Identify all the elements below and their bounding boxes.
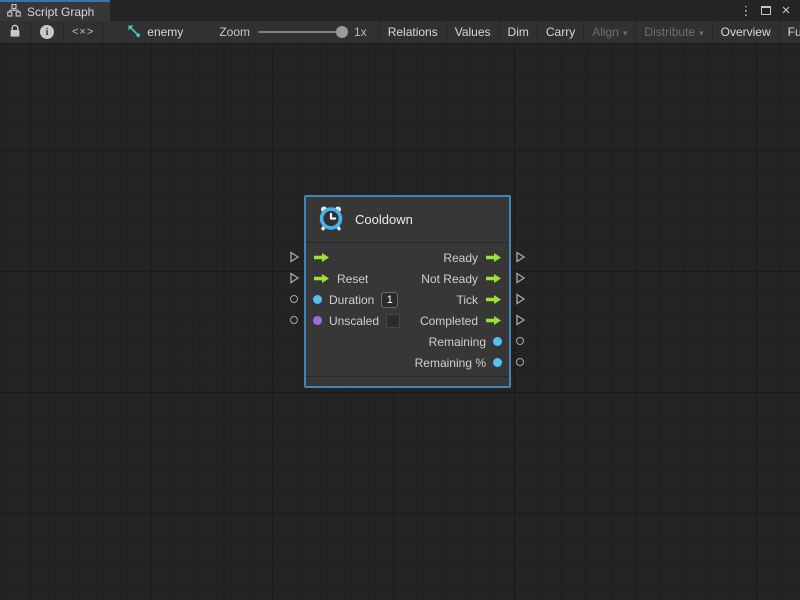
port-label: Remaining %: [415, 356, 486, 370]
zoom-label: Zoom: [219, 25, 250, 39]
output-port-tick[interactable]: Tick: [456, 293, 502, 307]
inspector-toggle-button[interactable]: i: [31, 21, 64, 43]
close-icon: ×: [782, 3, 791, 18]
node-body: Ready Reset Not Ready Duration: [306, 243, 509, 373]
port-row: Ready: [306, 247, 509, 268]
flow-port-triangle-icon: [515, 314, 526, 326]
port-label: Ready: [443, 251, 478, 265]
value-port-dot-icon: [493, 358, 502, 367]
node-header[interactable]: Cooldown: [306, 197, 509, 243]
tab-script-graph[interactable]: Script Graph: [0, 0, 110, 21]
output-port-completed[interactable]: Completed: [420, 314, 502, 328]
value-port-dot-icon: [313, 316, 322, 325]
node-footer: [306, 376, 509, 386]
port-label: Reset: [337, 272, 368, 286]
external-flow-port-in-1[interactable]: [289, 251, 300, 266]
port-row: Reset Not Ready: [306, 268, 509, 289]
align-label: Align: [592, 25, 619, 39]
toolbar-button-full-screen[interactable]: Full Screen: [780, 21, 800, 43]
window-controls: ⋮ ×: [738, 0, 800, 21]
output-port-not-ready[interactable]: Not Ready: [421, 272, 502, 286]
graph-breadcrumb-icon: [127, 24, 141, 41]
window-menu-button[interactable]: ⋮: [738, 3, 754, 19]
graph-canvas[interactable]: Cooldown Ready Reset Not Rea: [0, 44, 800, 600]
external-flow-port-out-ready[interactable]: [515, 251, 526, 266]
chevron-down-icon: ▾: [623, 28, 628, 39]
toolbar-button-align[interactable]: Align ▾: [584, 21, 636, 43]
toolbar-button-relations[interactable]: Relations: [380, 21, 447, 43]
cooldown-node[interactable]: Cooldown Ready Reset Not Rea: [304, 195, 511, 388]
breadcrumb[interactable]: enemy: [103, 21, 195, 43]
flow-arrow-icon: [485, 294, 502, 305]
kebab-menu-icon: ⋮: [740, 4, 753, 17]
variables-toggle-button[interactable]: <×>: [64, 21, 103, 43]
port-label: Remaining: [429, 335, 486, 349]
zoom-slider[interactable]: [258, 31, 346, 33]
toolbar-button-distribute[interactable]: Distribute ▾: [636, 21, 712, 43]
port-label: Not Ready: [421, 272, 478, 286]
external-flow-port-out-not-ready[interactable]: [515, 272, 526, 287]
port-row: Remaining: [306, 331, 509, 352]
flow-port-triangle-icon: [515, 293, 526, 305]
flow-arrow-icon: [485, 315, 502, 326]
flow-arrow-icon: [313, 252, 330, 263]
external-value-port-out-remaining[interactable]: [516, 337, 524, 345]
toolbar-button-values[interactable]: Values: [447, 21, 500, 43]
external-flow-port-out-tick[interactable]: [515, 293, 526, 308]
flow-port-triangle-icon: [289, 272, 300, 284]
external-value-port-out-remaining-pct[interactable]: [516, 358, 524, 366]
value-port-dot-icon: [493, 337, 502, 346]
input-port-enter[interactable]: [313, 252, 330, 263]
port-label: Unscaled: [329, 314, 379, 328]
flow-arrow-icon: [485, 273, 502, 284]
port-row: Remaining %: [306, 352, 509, 373]
external-value-port-in-duration[interactable]: [290, 295, 298, 303]
breadcrumb-label: enemy: [147, 25, 183, 39]
output-port-remaining-pct[interactable]: Remaining %: [415, 356, 502, 370]
graph-asset-icon: [7, 4, 21, 20]
toolbar-button-overview[interactable]: Overview: [713, 21, 780, 43]
flow-port-triangle-icon: [289, 251, 300, 263]
flow-arrow-icon: [485, 252, 502, 263]
external-flow-port-out-completed[interactable]: [515, 314, 526, 329]
port-label: Completed: [420, 314, 478, 328]
lock-toggle-button[interactable]: [0, 21, 31, 43]
flow-arrow-icon: [313, 273, 330, 284]
zoom-slider-handle[interactable]: [336, 26, 348, 38]
external-value-port-in-unscaled[interactable]: [290, 316, 298, 324]
alarm-clock-icon: [317, 204, 345, 235]
chevron-down-icon: ▾: [699, 28, 704, 39]
output-port-remaining[interactable]: Remaining: [429, 335, 502, 349]
value-port-dot-icon: [313, 295, 322, 304]
duration-value-field[interactable]: 1: [381, 292, 398, 308]
external-flow-port-in-2[interactable]: [289, 272, 300, 287]
distribute-label: Distribute: [644, 25, 695, 39]
toolbar-button-dim[interactable]: Dim: [500, 21, 538, 43]
tab-label: Script Graph: [27, 5, 94, 19]
maximize-icon: [761, 6, 771, 15]
input-port-reset[interactable]: Reset: [313, 272, 368, 286]
window-close-button[interactable]: ×: [778, 3, 794, 19]
graph-toolbar: i <×> enemy Zoom 1x Relations Values Dim…: [0, 21, 800, 44]
title-bar: Script Graph ⋮ ×: [0, 0, 800, 21]
window-maximize-button[interactable]: [758, 3, 774, 19]
variables-icon: <×>: [72, 26, 94, 38]
flow-port-triangle-icon: [515, 272, 526, 284]
port-label: Duration: [329, 293, 374, 307]
toolbar-button-carry[interactable]: Carry: [538, 21, 584, 43]
port-label: Tick: [456, 293, 478, 307]
port-row: Duration 1 Tick: [306, 289, 509, 310]
info-icon: i: [40, 25, 54, 39]
zoom-value: 1x: [354, 25, 367, 39]
input-port-unscaled[interactable]: Unscaled: [313, 314, 400, 328]
flow-port-triangle-icon: [515, 251, 526, 263]
input-port-duration[interactable]: Duration 1: [313, 292, 398, 308]
node-title: Cooldown: [355, 212, 413, 227]
unscaled-checkbox[interactable]: [386, 314, 400, 328]
output-port-ready[interactable]: Ready: [443, 251, 502, 265]
port-row: Unscaled Completed: [306, 310, 509, 331]
lock-icon: [9, 24, 21, 41]
zoom-control: Zoom 1x: [207, 21, 379, 43]
